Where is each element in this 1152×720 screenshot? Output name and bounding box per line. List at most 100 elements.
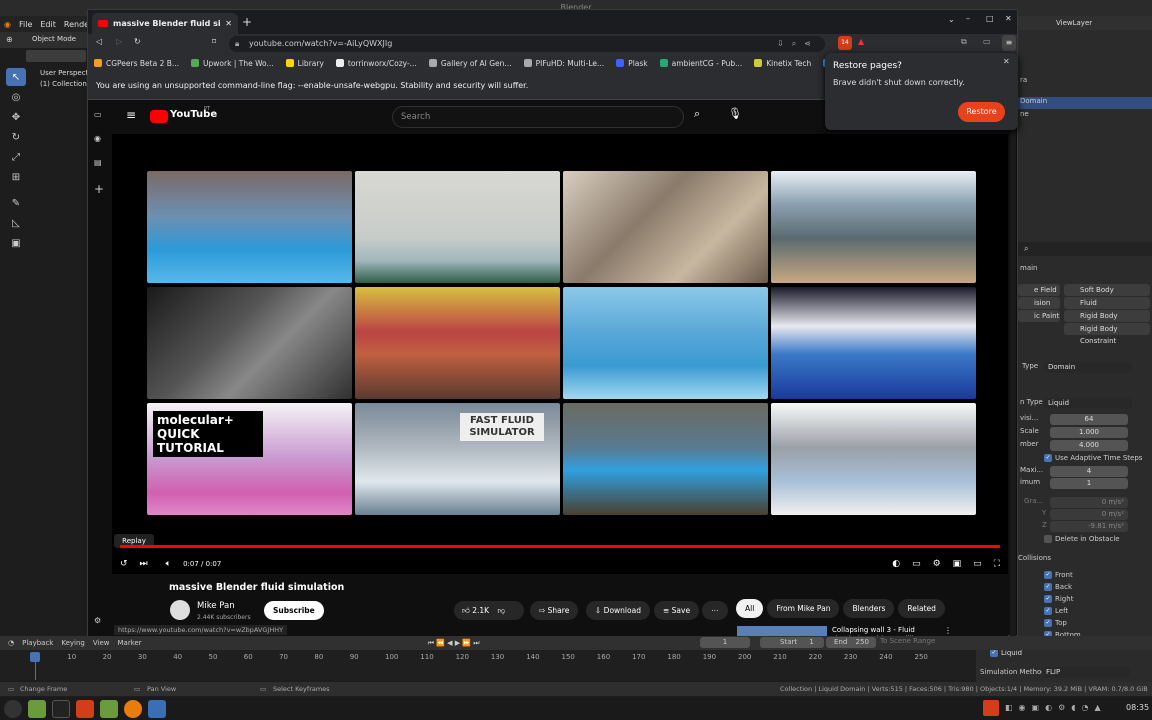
back-icon[interactable]: ◁ [96,37,102,46]
liquid-header[interactable]: ✓ Liquid [990,649,1022,657]
blender-logo-icon[interactable]: ◉ [4,20,11,29]
annotate-icon[interactable]: ✎ [6,194,26,212]
gravity-y-field[interactable]: 0 m/s² [1050,509,1128,520]
maximize-icon[interactable]: □ [986,14,994,23]
chip-related[interactable]: Related [898,599,945,618]
end-screen-video-thumbnail[interactable] [563,171,768,283]
current-frame-field[interactable]: 1 [700,637,750,648]
yt-side-settings-icon[interactable]: ⚙ [94,616,101,625]
measure-icon[interactable]: ◺ [6,214,26,232]
yt-logo-icon[interactable] [150,110,168,123]
collision-top[interactable]: ✓ Top [1018,619,1152,631]
domain-type-dropdown[interactable]: Liquid [1044,398,1132,409]
add-cube-icon[interactable]: ▣ [6,234,26,252]
channel-name[interactable]: Mike Pan [197,601,235,611]
min-timesteps-field[interactable]: 1 [1050,478,1128,489]
end-screen-video-thumbnail[interactable] [147,287,352,399]
fluid-button[interactable]: Fluid [1064,297,1150,309]
sim-method-dropdown[interactable]: FLIP [1042,667,1130,678]
restore-button[interactable]: Restore [958,102,1005,122]
adaptive-timesteps-checkbox[interactable]: ✓ Use Adaptive Time Steps [1018,454,1152,466]
bookmark-item[interactable]: Library [285,59,324,68]
delete-obstacle-checkbox[interactable]: Delete in Obstacle [1018,535,1152,547]
rotate-icon[interactable]: ↻ [6,128,26,146]
resolution-field[interactable]: 64 [1050,414,1128,425]
menu-file[interactable]: File [19,20,32,29]
scale-icon[interactable]: ⤢ [6,148,26,166]
scene-range-toggle[interactable]: To Scene Range [880,637,935,645]
transform-icon[interactable]: ⊞ [6,168,26,186]
fullscreen-icon[interactable]: ⛶ [994,559,1000,569]
force-field-button[interactable]: e Field [1018,284,1060,296]
rigid-body-constraint-button[interactable]: Rigid Body Constraint [1064,323,1150,345]
scrollbar[interactable] [1010,100,1016,636]
view-menu[interactable]: View [93,639,110,647]
outliner-row[interactable]: ne [1018,110,1152,122]
subtitles-icon[interactable]: ▭ [912,559,921,569]
miniplayer-icon[interactable]: ▣ [953,559,962,569]
files-icon[interactable] [28,699,46,718]
end-screen-video-thumbnail[interactable]: FAST FLUID SIMULATOR [355,403,560,515]
dynamic-paint-button[interactable]: ic Paint [1018,310,1060,322]
bookmark-item[interactable]: Gallery of AI Gen... [428,59,512,68]
chip-blenders[interactable]: Blenders [843,599,895,618]
rigid-body-button[interactable]: Rigid Body [1064,310,1150,322]
yt-menu-icon[interactable]: ≡ [126,108,136,122]
start-frame-field[interactable]: Start 1 [760,637,824,648]
tab-youtube[interactable]: massive Blender fluid simulati ✕ [92,13,238,34]
gravity-z-field[interactable]: -9.81 m/s² [1050,521,1128,532]
related-thumbnail[interactable] [737,626,827,636]
tab-list-icon[interactable]: ⌄ [948,15,955,24]
outliner-row-domain[interactable]: Domain [1018,97,1152,109]
select-box-icon[interactable]: ↖ [6,68,26,86]
related-more-icon[interactable]: ⋮ [944,626,952,635]
editor-type-icon[interactable]: ⊕ [6,35,13,44]
bookmark-item[interactable]: Upwork | The Wo... [191,59,274,68]
end-screen-video-thumbnail[interactable] [563,287,768,399]
end-screen-video-thumbnail[interactable]: molecular+ QUICK TUTORIAL [147,403,352,515]
playback-menu[interactable]: Playback [22,639,53,647]
yt-side-icon-subs[interactable]: ▤ [94,158,102,167]
brave-icon[interactable] [76,699,94,718]
bookmark-item[interactable]: Plask [616,59,648,68]
collisions-header[interactable]: Collisions [1018,554,1152,566]
blender-icon[interactable] [124,699,142,718]
hamburger-menu-icon[interactable]: ≡ [1002,35,1016,51]
brave-shields-icon[interactable]: 14 [838,36,852,50]
close-window-icon[interactable]: ✕ [1005,14,1012,23]
end-screen-video-thumbnail[interactable] [771,171,976,283]
timeline-editor-icon[interactable]: ◔ [8,639,14,647]
end-screen-video-thumbnail[interactable] [771,287,976,399]
sidebar-icon[interactable]: ⧉ [961,37,967,47]
close-tab-icon[interactable]: ✕ [225,19,232,28]
video-player[interactable]: molecular+ QUICK TUTORIAL FAST FLUID SIMU… [112,134,1008,574]
subscribe-button[interactable]: Subscribe [264,601,324,620]
end-screen-video-thumbnail[interactable] [771,403,976,515]
yt-side-icon-shorts[interactable]: ◉ [94,134,101,143]
url-actions-icons[interactable]: ⇩⌕⋖ [777,36,819,52]
dislike-icon[interactable]: 👎︎ [497,606,505,615]
yt-search-input[interactable]: Search [392,106,684,128]
tray-brave-icon[interactable] [983,700,999,716]
gravity-x-field[interactable]: 0 m/s² [1050,497,1128,508]
like-button[interactable]: 👍︎ 2.1K 👎︎ [454,601,524,620]
reload-icon[interactable]: ↻ [134,37,141,46]
collision-button[interactable]: ision [1018,297,1060,309]
bookmark-item[interactable]: torrinworx/Cozy-... [335,59,417,68]
select-mode-buttons[interactable] [26,50,86,62]
next-icon[interactable]: ⏭ [140,559,148,569]
channel-avatar[interactable] [170,600,190,620]
related-title[interactable]: Collapsing wall 3 - Fluid simulation wit… [832,626,932,636]
collision-front[interactable]: ✓ Front [1018,571,1152,583]
collision-left[interactable]: ✓ Left [1018,607,1152,619]
settings-icon[interactable]: ⚙ [933,559,941,569]
chip-all[interactable]: All [736,599,764,618]
screenshot-icon[interactable] [148,699,166,718]
type-dropdown[interactable]: Domain [1044,362,1132,373]
autoplay-toggle-icon[interactable]: ◐ [892,559,900,569]
new-tab-icon[interactable]: + [242,15,252,29]
bookmark-item[interactable]: Kinetix Tech [754,59,811,68]
outliner-row[interactable]: ra [1018,76,1152,88]
volume-icon[interactable]: 🔈︎ [166,559,171,569]
menu-edit[interactable]: Edit [40,20,56,29]
